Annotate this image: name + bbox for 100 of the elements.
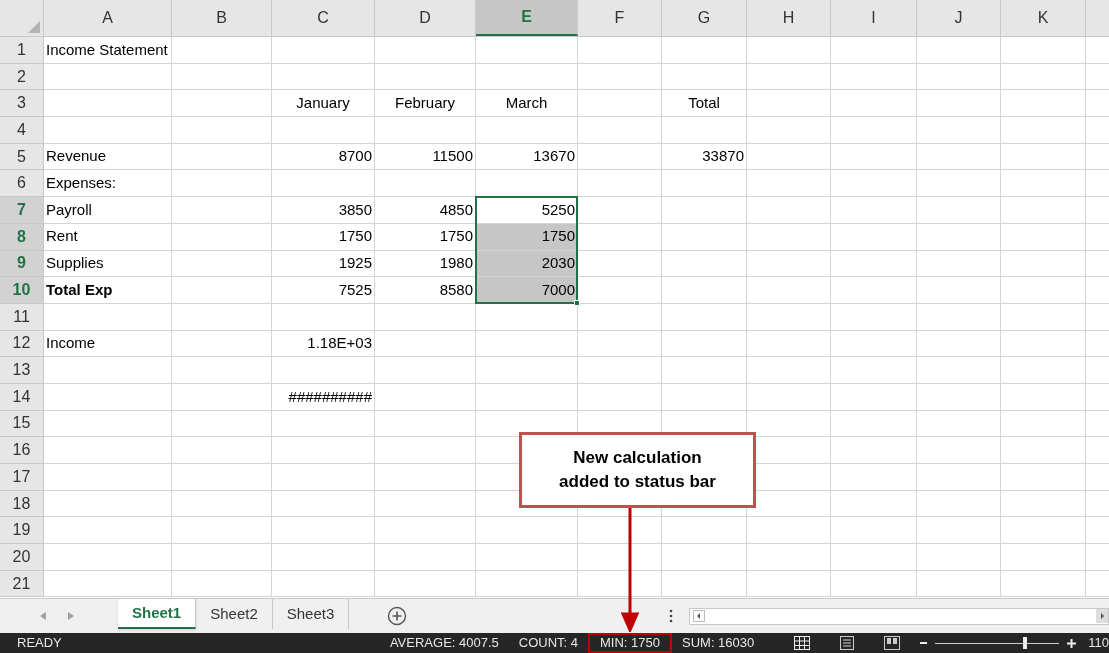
- table-cell[interactable]: [917, 437, 1001, 464]
- row-header[interactable]: 15: [0, 410, 44, 438]
- table-cell[interactable]: [272, 63, 375, 91]
- table-cell[interactable]: [662, 63, 747, 91]
- table-cell[interactable]: [831, 37, 917, 64]
- table-cell[interactable]: January: [272, 90, 375, 118]
- table-cell[interactable]: [917, 303, 1001, 331]
- table-cell[interactable]: 4850: [375, 197, 476, 224]
- table-cell[interactable]: [747, 570, 831, 598]
- table-cell[interactable]: [831, 410, 917, 438]
- table-cell[interactable]: [272, 303, 375, 331]
- table-cell[interactable]: 7525: [272, 277, 375, 304]
- table-cell[interactable]: [476, 544, 578, 571]
- table-cell[interactable]: [917, 170, 1001, 198]
- normal-view-icon[interactable]: [794, 636, 811, 650]
- column-header[interactable]: A: [44, 0, 172, 36]
- table-cell[interactable]: [662, 117, 747, 144]
- column-header[interactable]: C: [272, 0, 375, 36]
- table-cell[interactable]: 3850: [272, 197, 375, 224]
- table-cell[interactable]: [476, 570, 578, 598]
- table-cell[interactable]: [1001, 464, 1086, 491]
- table-cell[interactable]: [44, 117, 172, 144]
- table-cell[interactable]: 5250: [476, 197, 578, 224]
- table-cell[interactable]: [1001, 410, 1086, 438]
- table-cell[interactable]: 1750: [272, 223, 375, 251]
- table-cell[interactable]: [831, 437, 917, 464]
- table-cell[interactable]: Total Exp: [44, 277, 172, 304]
- table-cell[interactable]: [831, 357, 917, 384]
- table-cell[interactable]: 8580: [375, 277, 476, 304]
- table-cell[interactable]: [375, 303, 476, 331]
- table-cell[interactable]: [917, 490, 1001, 518]
- table-cell[interactable]: [172, 544, 272, 571]
- column-header[interactable]: B: [172, 0, 272, 36]
- table-cell[interactable]: [747, 197, 831, 224]
- row-header[interactable]: 8: [0, 223, 44, 251]
- table-cell[interactable]: [747, 37, 831, 64]
- table-cell[interactable]: [44, 570, 172, 598]
- table-cell[interactable]: ##########: [272, 383, 375, 411]
- table-cell[interactable]: [831, 490, 917, 518]
- table-cell[interactable]: [662, 517, 747, 545]
- zoom-slider[interactable]: [935, 636, 1060, 650]
- table-cell[interactable]: [747, 517, 831, 545]
- table-cell[interactable]: [831, 90, 917, 118]
- horizontal-scrollbar[interactable]: [689, 607, 1109, 625]
- table-cell[interactable]: 7000: [476, 277, 578, 304]
- table-cell[interactable]: [747, 250, 831, 278]
- table-cell[interactable]: [747, 143, 831, 171]
- table-cell[interactable]: [272, 570, 375, 598]
- column-header[interactable]: J: [917, 0, 1001, 36]
- table-cell[interactable]: [375, 170, 476, 198]
- column-header[interactable]: I: [831, 0, 917, 36]
- table-cell[interactable]: [578, 90, 662, 118]
- table-cell[interactable]: [917, 570, 1001, 598]
- table-cell[interactable]: Expenses:: [44, 170, 172, 198]
- table-cell[interactable]: [662, 544, 747, 571]
- table-cell[interactable]: Income: [44, 330, 172, 358]
- table-cell[interactable]: 1925: [272, 250, 375, 278]
- table-cell[interactable]: [831, 143, 917, 171]
- table-cell[interactable]: [1001, 143, 1086, 171]
- table-cell[interactable]: [917, 250, 1001, 278]
- table-cell[interactable]: [44, 464, 172, 491]
- table-cell[interactable]: [831, 383, 917, 411]
- table-cell[interactable]: [831, 63, 917, 91]
- previous-sheet-icon[interactable]: [40, 612, 46, 620]
- table-cell[interactable]: [747, 544, 831, 571]
- table-cell[interactable]: [375, 490, 476, 518]
- table-cell[interactable]: [662, 330, 747, 358]
- table-cell[interactable]: 11500: [375, 143, 476, 171]
- table-cell[interactable]: [272, 517, 375, 545]
- table-cell[interactable]: [172, 63, 272, 91]
- table-cell[interactable]: [917, 143, 1001, 171]
- table-cell[interactable]: [917, 223, 1001, 251]
- row-header[interactable]: 1: [0, 37, 44, 64]
- table-cell[interactable]: [917, 464, 1001, 491]
- table-cell[interactable]: [44, 544, 172, 571]
- table-cell[interactable]: [272, 170, 375, 198]
- table-cell[interactable]: [917, 330, 1001, 358]
- table-cell[interactable]: [172, 357, 272, 384]
- table-cell[interactable]: 1980: [375, 250, 476, 278]
- table-cell[interactable]: [375, 117, 476, 144]
- table-cell[interactable]: [831, 117, 917, 144]
- table-cell[interactable]: [44, 303, 172, 331]
- table-cell[interactable]: [831, 544, 917, 571]
- table-cell[interactable]: [172, 383, 272, 411]
- table-cell[interactable]: [1001, 437, 1086, 464]
- table-cell[interactable]: [831, 250, 917, 278]
- table-cell[interactable]: [578, 170, 662, 198]
- row-header[interactable]: 17: [0, 464, 44, 491]
- row-header[interactable]: 10: [0, 277, 44, 304]
- table-cell[interactable]: [172, 117, 272, 144]
- table-cell[interactable]: Rent: [44, 223, 172, 251]
- table-cell[interactable]: Income Statement: [44, 37, 172, 64]
- column-header[interactable]: G: [662, 0, 747, 36]
- table-cell[interactable]: [1001, 223, 1086, 251]
- row-header[interactable]: 5: [0, 143, 44, 171]
- table-cell[interactable]: 1750: [375, 223, 476, 251]
- page-layout-icon[interactable]: [840, 636, 855, 650]
- table-cell[interactable]: [662, 223, 747, 251]
- table-cell[interactable]: [1001, 303, 1086, 331]
- table-cell[interactable]: [1001, 277, 1086, 304]
